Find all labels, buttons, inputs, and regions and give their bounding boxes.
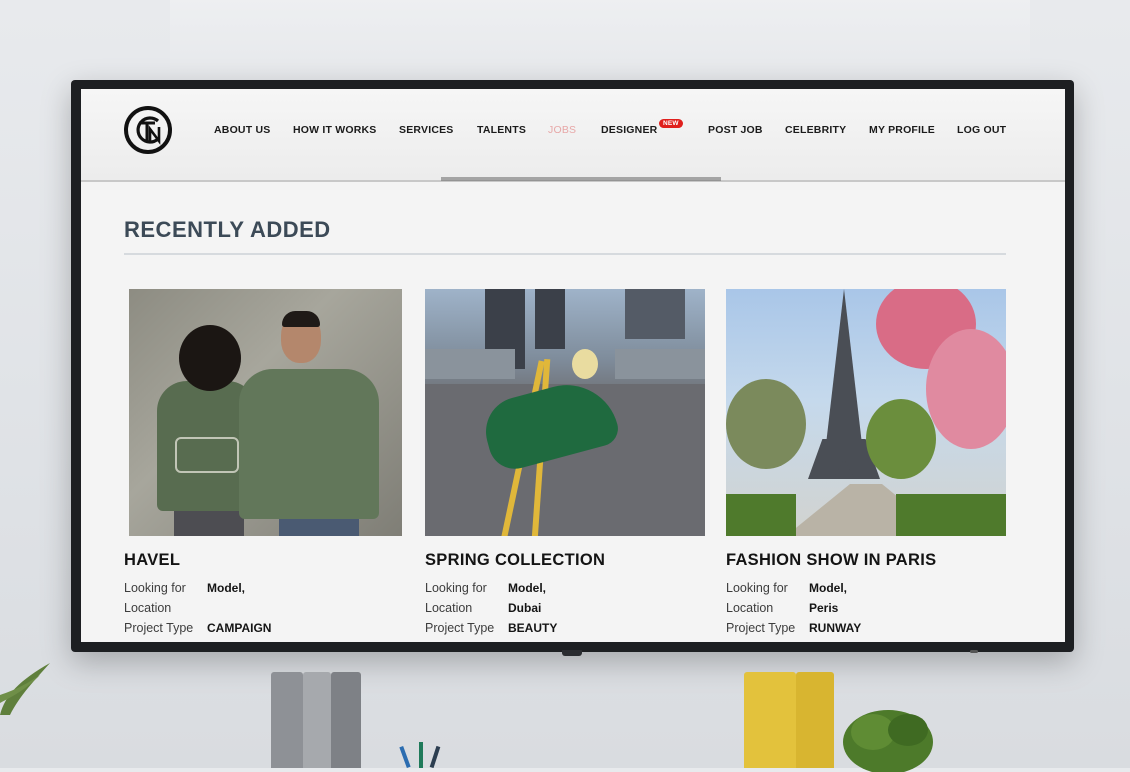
plant-icon	[0, 663, 50, 715]
binder	[331, 672, 361, 768]
nav-post-job[interactable]: POST JOB	[708, 124, 763, 136]
image-detail	[866, 399, 936, 479]
job-card-image[interactable]	[726, 289, 1006, 536]
location-value: Dubai	[508, 601, 542, 615]
section-title: RECENTLY ADDED	[124, 217, 331, 242]
image-detail	[282, 311, 320, 327]
image-detail	[726, 379, 806, 469]
job-card-image[interactable]	[425, 289, 705, 536]
project-type-value: BEAUTY	[508, 621, 558, 635]
header-banner-strip	[441, 177, 721, 181]
job-card-image[interactable]	[129, 289, 402, 536]
job-card-title[interactable]: HAVEL	[124, 551, 180, 570]
nav-how-it-works[interactable]: HOW IT WORKS	[293, 124, 376, 136]
image-detail	[425, 349, 515, 379]
new-badge: NEW	[659, 119, 683, 128]
nav-jobs[interactable]: JOBS	[548, 124, 576, 136]
image-detail	[175, 437, 239, 473]
nav-designer-label: DESIGNER	[601, 124, 658, 136]
nav-talents[interactable]: TALENTS	[477, 124, 526, 136]
nav-my-profile[interactable]: MY PROFILE	[869, 124, 935, 136]
image-detail	[572, 349, 598, 379]
image-detail	[726, 494, 796, 536]
location-label: Location	[124, 601, 172, 615]
image-detail	[625, 289, 685, 339]
location-value: Peris	[809, 601, 839, 615]
job-card-title[interactable]: FASHION SHOW IN PARIS	[726, 551, 936, 570]
site-header: ABOUT US HOW IT WORKS SERVICES TALENTS J…	[81, 89, 1065, 182]
plant-icon	[843, 710, 933, 772]
binder	[271, 672, 303, 768]
nav-services[interactable]: SERVICES	[399, 124, 454, 136]
binder	[796, 672, 834, 768]
looking-for-label: Looking for	[124, 581, 186, 595]
binder	[744, 672, 796, 768]
looking-for-value: Model,	[508, 581, 546, 595]
nav-celebrity[interactable]: CELEBRITY	[785, 124, 846, 136]
looking-for-value: Model,	[809, 581, 847, 595]
looking-for-label: Looking for	[726, 581, 788, 595]
main-nav: ABOUT US HOW IT WORKS SERVICES TALENTS J…	[81, 119, 1065, 144]
image-detail	[896, 494, 1006, 536]
nav-log-out[interactable]: LOG OUT	[957, 124, 1006, 136]
tv-led	[970, 650, 978, 653]
project-type-value: CAMPAIGN	[207, 621, 272, 635]
job-card-title[interactable]: SPRING COLLECTION	[425, 551, 605, 570]
nav-about-us[interactable]: ABOUT US	[214, 124, 270, 136]
pen-cup-icon	[399, 742, 441, 768]
nav-designer[interactable]: DESIGNER NEW	[601, 119, 683, 136]
image-detail	[615, 349, 705, 379]
location-label: Location	[726, 601, 774, 615]
project-type-label: Project Type	[124, 621, 194, 635]
website-screen: ABOUT US HOW IT WORKS SERVICES TALENTS J…	[81, 89, 1065, 642]
image-detail	[174, 509, 244, 536]
section-divider	[124, 253, 1006, 255]
project-type-label: Project Type	[425, 621, 495, 635]
image-detail	[535, 289, 565, 349]
image-detail	[239, 369, 379, 519]
job-card-havel[interactable]: HAVEL Looking for Model, Location Projec…	[124, 289, 404, 635]
project-type-value: RUNWAY	[809, 621, 862, 635]
looking-for-label: Looking for	[425, 581, 487, 595]
location-label: Location	[425, 601, 473, 615]
job-card-spring-collection[interactable]: SPRING COLLECTION Looking for Model, Loc…	[425, 289, 705, 635]
project-type-label: Project Type	[726, 621, 796, 635]
job-card-fashion-show-paris[interactable]: FASHION SHOW IN PARIS Looking for Model,…	[726, 289, 1006, 635]
wall-background	[170, 0, 1030, 80]
looking-for-value: Model,	[207, 581, 245, 595]
tv-stand	[562, 650, 582, 656]
image-detail	[926, 329, 1006, 449]
binder	[303, 672, 331, 768]
image-detail	[179, 325, 241, 391]
